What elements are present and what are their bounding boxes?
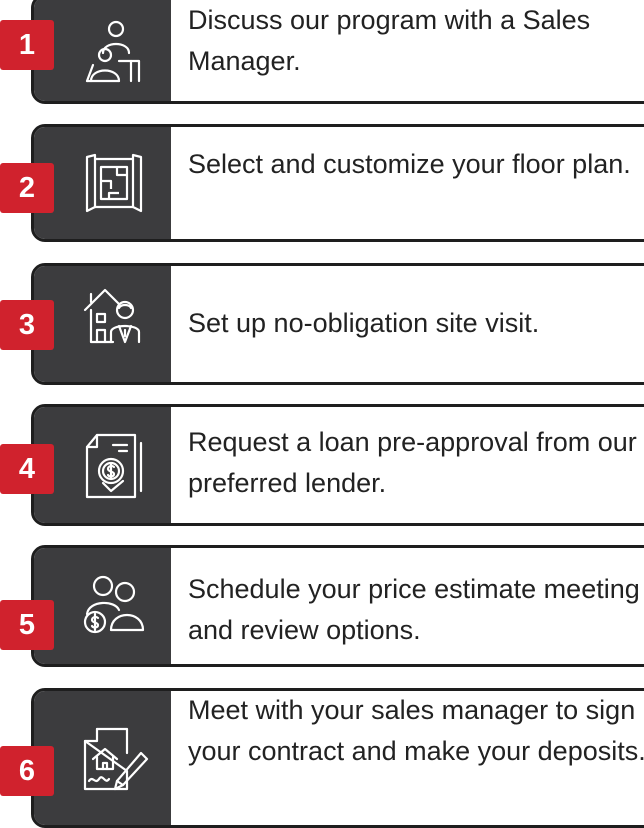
step-5: 5 Schedule your price estimate meeting a… [0,545,644,667]
step-text: Select and customize your floor plan. [188,149,631,179]
step-6: 6 Meet with your sales manager to sign y… [0,688,644,828]
icon-panel [34,266,171,382]
step-number-badge: 3 [0,300,54,350]
step-2: 2 Select and customize your floor plan. [0,124,644,242]
step-number-badge: 2 [0,163,54,213]
floor-plan-blueprint-icon [79,149,149,219]
step-text: Schedule your price estimate meeting and… [188,574,640,645]
contract-signing-icon [79,723,149,793]
step-text: Request a loan pre-approval from our pre… [188,427,637,498]
step-number-badge: 4 [0,444,54,494]
icon-panel [34,407,171,523]
meeting-person-icon [79,15,149,85]
step-text: Meet with your sales manager to sign you… [188,695,644,766]
loan-document-icon [79,431,149,501]
step-number-badge: 5 [0,600,54,650]
step-number-badge: 1 [0,20,54,70]
step-3: 3 Set up no-obligation site visit. [0,263,644,385]
house-agent-icon [79,280,149,350]
step-1: 1 Discuss our program with a Sales Manag… [0,0,644,104]
step-text: Discuss our program with a Sales Manager… [188,5,591,76]
price-estimate-meeting-icon [79,570,149,640]
icon-panel [34,548,171,664]
step-4: 4 Request a loan pre-approval from our p… [0,404,644,526]
step-text: Set up no-obligation site visit. [188,308,540,338]
icon-panel [34,127,171,239]
step-number-badge: 6 [0,746,54,796]
icon-panel [34,0,171,101]
icon-panel [34,691,171,825]
